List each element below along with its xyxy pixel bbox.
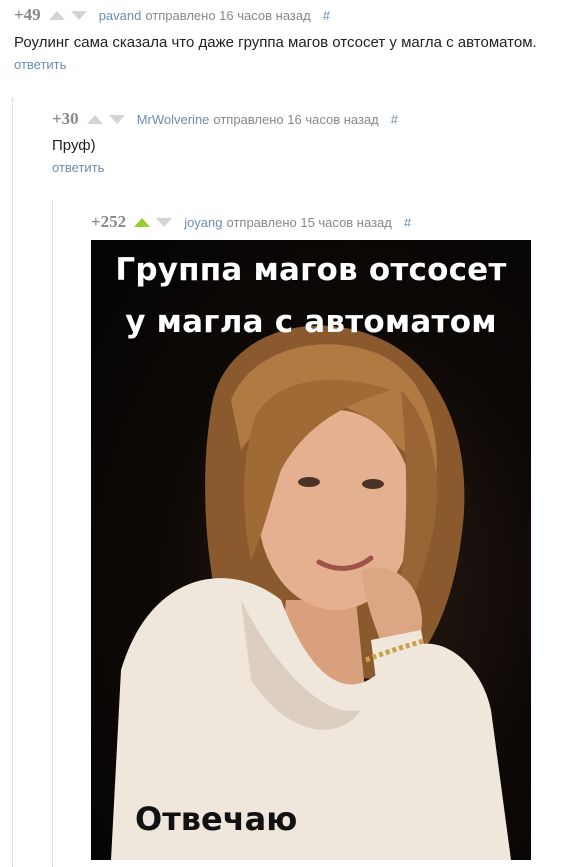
upvote-arrow-icon[interactable] xyxy=(48,10,65,20)
comment-text: Роулинг сама сказала что даже группа маг… xyxy=(14,34,537,51)
reply-link[interactable]: ответить xyxy=(14,57,579,72)
meme-caption-line1: Группа магов отсосет xyxy=(115,252,507,288)
comment-score: +49 xyxy=(14,5,41,24)
meme-caption-line2: у магла с автоматом xyxy=(125,304,497,340)
permalink-link[interactable]: # xyxy=(323,8,330,23)
comment-score: +30 xyxy=(52,109,79,128)
thread-line-level2 xyxy=(52,200,53,867)
comment-score: +252 xyxy=(91,212,127,231)
thread-line-level1 xyxy=(12,98,13,867)
comment-mrwolverine: +30 MrWolverine отправлено 16 часов наза… xyxy=(52,109,572,175)
meme-bottom-text: Отвечаю xyxy=(135,800,298,838)
downvote-arrow-icon[interactable] xyxy=(108,114,125,124)
upvote-arrow-icon[interactable] xyxy=(134,217,151,227)
comment-header: +49 pavand отправлено 16 часов назад # xyxy=(14,5,579,25)
comment-text: Пруф) xyxy=(52,137,96,154)
comment-author[interactable]: joyang xyxy=(184,215,222,230)
comment-header: +30 MrWolverine отправлено 16 часов наза… xyxy=(52,109,572,129)
comment-timestamp: отправлено 16 часов назад xyxy=(213,111,379,127)
downvote-arrow-icon[interactable] xyxy=(156,217,173,227)
downvote-arrow-icon[interactable] xyxy=(70,10,87,20)
reply-link[interactable]: ответить xyxy=(52,160,572,175)
comment-author[interactable]: MrWolverine xyxy=(137,112,210,127)
comment-author[interactable]: pavand xyxy=(99,8,142,23)
permalink-link[interactable]: # xyxy=(391,112,398,127)
meme-image[interactable]: Группа магов отсосет у магла с автоматом… xyxy=(91,240,531,860)
comment-timestamp: отправлено 15 часов назад xyxy=(226,214,392,230)
comment-pavand: +49 pavand отправлено 16 часов назад # Р… xyxy=(14,5,579,72)
upvote-arrow-icon[interactable] xyxy=(86,114,103,124)
permalink-link[interactable]: # xyxy=(404,215,411,230)
comment-header: +252 joyang отправлено 15 часов назад # xyxy=(91,212,571,232)
comment-timestamp: отправлено 16 часов назад xyxy=(145,7,311,23)
comment-joyang: +252 joyang отправлено 15 часов назад # xyxy=(91,212,571,232)
